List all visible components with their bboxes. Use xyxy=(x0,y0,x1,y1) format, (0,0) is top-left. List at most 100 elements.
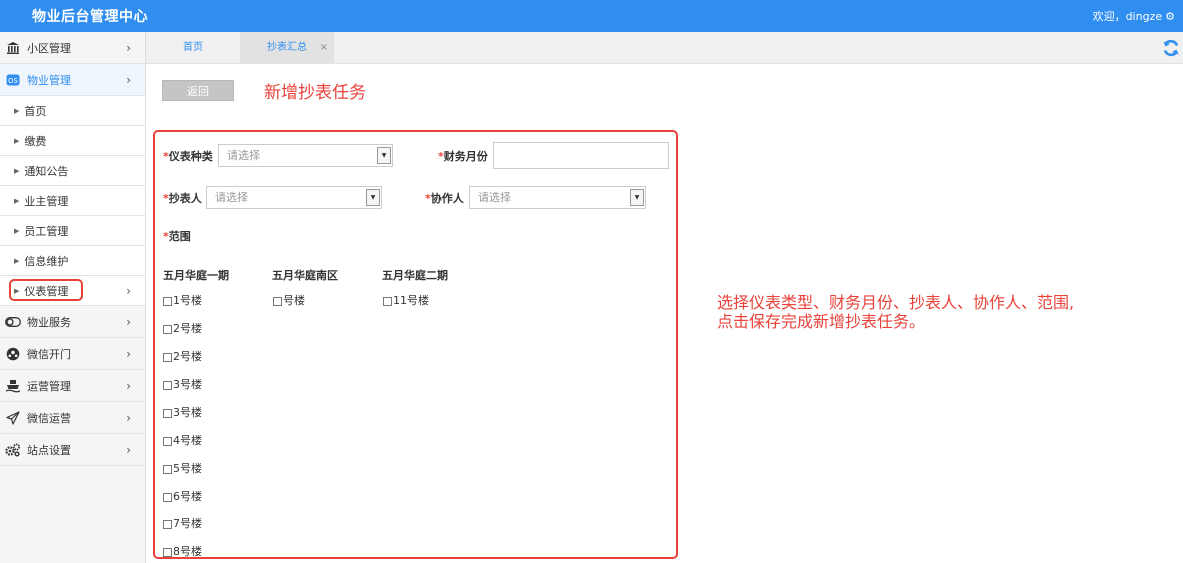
caret-down-icon: ▼ xyxy=(366,189,380,206)
checkbox[interactable] xyxy=(163,353,172,362)
bank-icon xyxy=(5,40,21,56)
building-checkbox[interactable]: 2号楼 xyxy=(163,348,202,364)
finance-month-label: *财务月份 xyxy=(438,150,488,163)
sidebar-item-label: 物业服务 xyxy=(27,315,71,329)
chevron-right-icon: › xyxy=(126,347,131,361)
welcome-text: 欢迎，dingze xyxy=(1092,10,1163,23)
meter-type-select[interactable]: 请选择 ▼ xyxy=(218,144,393,167)
building-checkbox[interactable]: 8号楼 xyxy=(163,543,202,557)
caret-right-icon: ▶ xyxy=(14,196,20,205)
subnav-item-label: 员工管理 xyxy=(24,224,69,238)
reader-select[interactable]: 请选择 ▼ xyxy=(206,186,382,209)
group-title: 五月华庭二期 xyxy=(382,269,448,282)
task-form: *仪表种类 请选择 ▼ *财务月份 *抄表人 请选择 ▼ *协作人 请选择 ▼ … xyxy=(153,130,678,559)
building-checkbox[interactable]: 7号楼 xyxy=(163,515,202,531)
close-icon[interactable]: × xyxy=(320,32,328,64)
tab-home[interactable]: 首页 xyxy=(146,32,240,64)
group-title: 五月华庭南区 xyxy=(272,269,338,282)
subnav-item-label: 仪表管理 xyxy=(24,284,69,298)
caret-right-icon: ▶ xyxy=(14,136,20,145)
chevron-right-icon: › xyxy=(126,411,131,425)
refresh-icon[interactable] xyxy=(1161,38,1181,58)
tab-meter-summary[interactable]: 抄表汇总 × xyxy=(240,32,334,64)
subnav-item-meters[interactable]: ▶ 仪表管理 › xyxy=(0,276,145,306)
caret-right-icon: ▶ xyxy=(14,106,20,115)
tab-bar: 首页 抄表汇总 × xyxy=(146,32,1183,64)
checkbox[interactable] xyxy=(273,297,282,306)
building-checkbox[interactable]: 6号楼 xyxy=(163,488,202,504)
building-checkbox[interactable]: 2号楼 xyxy=(163,320,202,336)
sidebar-item-site-settings[interactable]: 站点设置 › xyxy=(0,434,145,466)
checkbox[interactable] xyxy=(163,297,172,306)
building-checkbox[interactable]: 号楼 xyxy=(273,292,305,308)
toggle-icon xyxy=(5,314,21,330)
caret-down-icon: ▼ xyxy=(377,147,391,164)
checkbox[interactable] xyxy=(163,465,172,474)
sidebar-item-wechat-door[interactable]: 微信开门 › xyxy=(0,338,145,370)
chevron-right-icon: › xyxy=(126,284,131,298)
tab-label: 抄表汇总 xyxy=(267,42,307,53)
page-title: 新增抄表任务 xyxy=(264,83,366,103)
sidebar-item-label: 站点设置 xyxy=(27,443,71,457)
checkbox[interactable] xyxy=(163,409,172,418)
ball-icon xyxy=(5,346,21,362)
sidebar-item-label: 运营管理 xyxy=(27,379,71,393)
subnav-item-home[interactable]: ▶ 首页 xyxy=(0,96,145,126)
checkbox[interactable] xyxy=(163,437,172,446)
caret-right-icon: ▶ xyxy=(14,226,20,235)
building-checkbox[interactable]: 3号楼 xyxy=(163,376,202,392)
instruction-note: 选择仪表类型、财务月份、抄表人、协作人、范围, 点击保存完成新增抄表任务。 xyxy=(717,293,1157,331)
building-checkbox[interactable]: 11号楼 xyxy=(383,292,429,308)
welcome-area[interactable]: 欢迎，dingze ⚙ xyxy=(1093,8,1175,24)
checkbox[interactable] xyxy=(163,548,172,557)
top-header: 物业后台管理中心 欢迎，dingze ⚙ xyxy=(0,0,1183,32)
building-checkbox[interactable]: 3号楼 xyxy=(163,404,202,420)
subnav-item-label: 信息维护 xyxy=(24,254,69,268)
sidebar-item-operations[interactable]: 运营管理 › xyxy=(0,370,145,402)
subnav-item-notice[interactable]: ▶ 通知公告 xyxy=(0,156,145,186)
chevron-right-icon: › xyxy=(126,315,131,329)
assistant-select[interactable]: 请选择 ▼ xyxy=(469,186,646,209)
sidebar: 小区管理 › OS 物业管理 › ▶ 首页 ▶ 缴费 ▶ 通知公告 ▶ 业主管理… xyxy=(0,32,146,563)
instruction-line: 点击保存完成新增抄表任务。 xyxy=(717,312,926,331)
finance-month-input[interactable] xyxy=(493,142,669,169)
sidebar-item-community[interactable]: 小区管理 › xyxy=(0,32,145,64)
building-checkbox[interactable]: 4号楼 xyxy=(163,432,202,448)
subnav-item-label: 通知公告 xyxy=(24,164,69,178)
subnav-item-staff[interactable]: ▶ 员工管理 xyxy=(0,216,145,246)
app-title: 物业后台管理中心 xyxy=(32,9,148,25)
back-button[interactable]: 返回 xyxy=(162,80,234,101)
sidebar-item-wechat-ops[interactable]: 微信运营 › xyxy=(0,402,145,434)
paper-plane-icon xyxy=(5,410,21,426)
caret-right-icon: ▶ xyxy=(14,166,20,175)
sidebar-item-service[interactable]: 物业服务 › xyxy=(0,306,145,338)
building-checkbox[interactable]: 5号楼 xyxy=(163,460,202,476)
checkbox[interactable] xyxy=(163,381,172,390)
checkbox[interactable] xyxy=(163,520,172,529)
instruction-line: 选择仪表类型、财务月份、抄表人、协作人、范围, xyxy=(717,293,1075,312)
subnav-item-owners[interactable]: ▶ 业主管理 xyxy=(0,186,145,216)
sidebar-item-label: 小区管理 xyxy=(27,41,71,55)
chevron-right-icon: › xyxy=(126,443,131,457)
chevron-right-icon: › xyxy=(126,41,131,55)
checkbox[interactable] xyxy=(163,493,172,502)
gears-icon xyxy=(5,442,21,458)
assistant-label: *协作人 xyxy=(425,192,464,205)
ship-icon xyxy=(5,378,21,394)
building-checkbox[interactable]: 1号楼 xyxy=(163,292,202,308)
subnav-item-label: 业主管理 xyxy=(24,194,69,208)
gear-icon[interactable]: ⚙ xyxy=(1165,10,1175,23)
checkbox[interactable] xyxy=(163,325,172,334)
checkbox[interactable] xyxy=(383,297,392,306)
caret-right-icon: ▶ xyxy=(14,256,20,265)
sidebar-item-label: 物业管理 xyxy=(27,73,71,87)
sidebar-item-property[interactable]: OS 物业管理 › xyxy=(0,64,145,96)
subnav-item-info[interactable]: ▶ 信息维护 xyxy=(0,246,145,276)
subnav-item-label: 首页 xyxy=(24,104,47,118)
chevron-right-icon: › xyxy=(126,379,131,393)
sidebar-item-label: 微信运营 xyxy=(27,411,71,425)
svg-text:OS: OS xyxy=(8,77,19,85)
caret-down-icon: ▼ xyxy=(630,189,644,206)
subnav-item-payment[interactable]: ▶ 缴费 xyxy=(0,126,145,156)
chevron-right-icon: › xyxy=(126,73,131,87)
